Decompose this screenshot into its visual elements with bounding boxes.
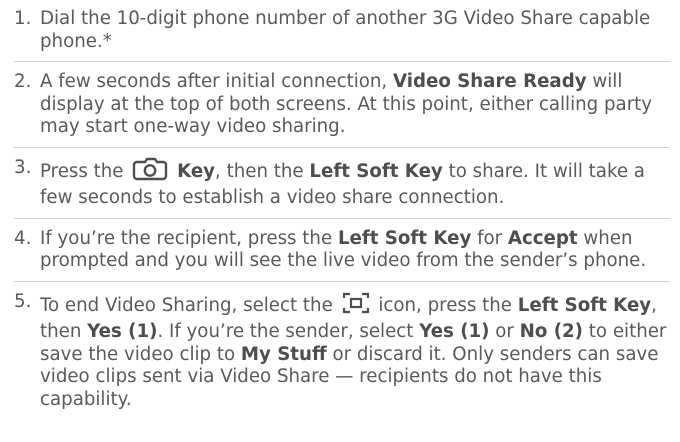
step-1: 1. Dial the 10-digit phone number of ano… xyxy=(14,8,670,62)
bold-term-yes-1: Yes (1) xyxy=(87,321,158,342)
step-text-part: To end Video Sharing, select the xyxy=(40,294,339,316)
instructions-page: 1. Dial the 10-digit phone number of ano… xyxy=(0,0,680,442)
step-text-part: , then the xyxy=(215,160,310,182)
bold-term-video-share-ready: Video Share Ready xyxy=(392,71,587,92)
step-text: A few seconds after initial connection, … xyxy=(40,71,670,139)
step-4: 4. If you’re the recipient, press the Le… xyxy=(14,228,670,282)
step-number: 2. xyxy=(14,71,32,92)
step-text-part: icon, press the xyxy=(372,294,518,316)
step-text: If you’re the recipient, press the Left … xyxy=(40,228,670,273)
step-text-part: If you’re the recipient, press the xyxy=(40,227,338,249)
step-number: 1. xyxy=(14,8,32,29)
bold-term-key: Key xyxy=(177,160,216,182)
steps-list: 1. Dial the 10-digit phone number of ano… xyxy=(14,8,670,419)
step-text: Press the Key, then the Left Soft Key to… xyxy=(40,157,670,210)
camera-icon xyxy=(131,157,169,188)
step-text: To end Video Sharing, select the icon, p… xyxy=(40,291,670,412)
step-number: 4. xyxy=(14,227,32,249)
step-number: 3. xyxy=(14,156,32,178)
step-5: 5. To end Video Sharing, select the icon… xyxy=(14,291,670,420)
bold-term-yes-1: Yes (1) xyxy=(419,321,490,342)
bold-term-left-soft-key: Left Soft Key xyxy=(517,294,652,316)
step-3: 3. Press the Key, then the Left Soft Key… xyxy=(14,157,670,219)
step-text-part: Press the xyxy=(40,160,130,182)
step-text: Dial the 10-digit phone number of anothe… xyxy=(40,8,670,53)
step-number: 5. xyxy=(14,290,32,312)
video-frame-icon xyxy=(341,291,371,322)
step-text-part: Dial the 10-digit phone number of anothe… xyxy=(40,8,651,52)
bold-term-left-soft-key: Left Soft Key xyxy=(309,160,443,182)
bold-term-my-stuff: My Stuff xyxy=(240,343,327,365)
step-text-part: or xyxy=(489,321,520,342)
bold-term-left-soft-key: Left Soft Key xyxy=(337,227,472,249)
step-text-part: for xyxy=(471,227,508,249)
bold-term-no-2: No (2) xyxy=(519,321,583,342)
bold-term-accept: Accept xyxy=(507,227,578,249)
step-text-part: A few seconds after initial connection, xyxy=(40,71,393,92)
step-2: 2. A few seconds after initial connectio… xyxy=(14,71,670,148)
step-text-part: . If you’re the sender, select xyxy=(157,321,420,342)
